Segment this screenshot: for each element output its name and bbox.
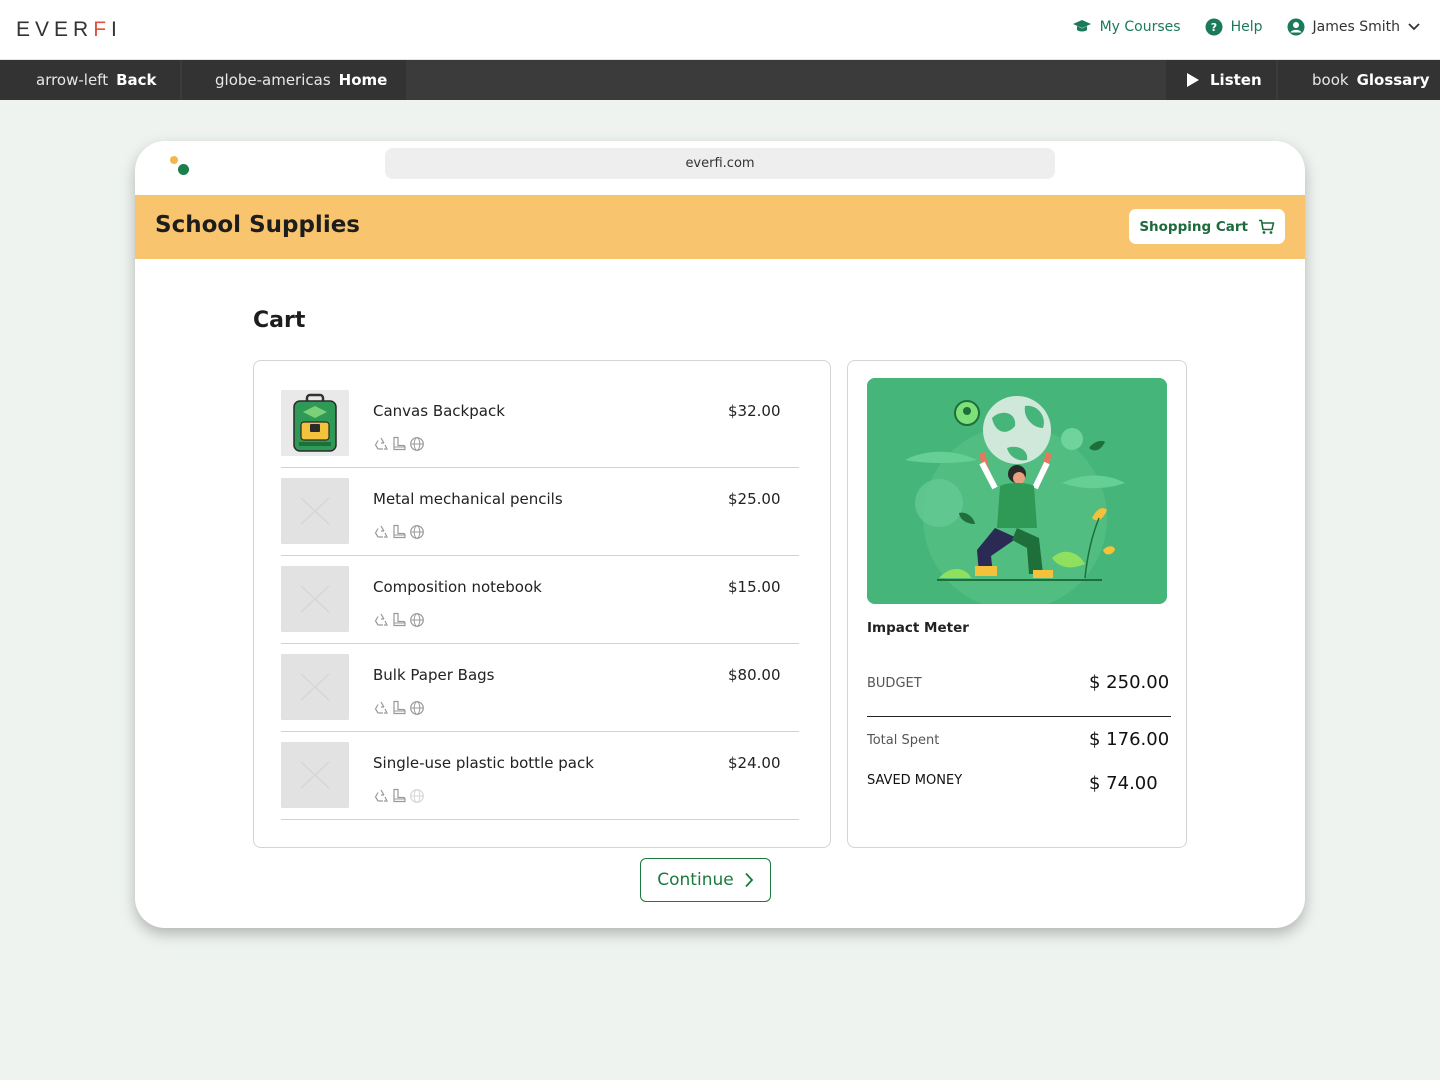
sustainability-icons	[373, 436, 425, 456]
item-price: $25.00	[728, 490, 781, 508]
shopping-cart-button[interactable]: Shopping Cart	[1129, 209, 1285, 244]
cart-item[interactable]: Canvas Backpack $32.00	[281, 380, 799, 468]
item-price: $24.00	[728, 754, 781, 772]
item-name: Metal mechanical pencils	[373, 490, 563, 508]
play-icon	[1186, 72, 1200, 88]
glossary-button[interactable]: book Glossary	[1278, 60, 1440, 100]
sustainability-icons	[373, 788, 425, 808]
course-toolbar: arrow-left Back globe-americas Home List…	[0, 60, 1440, 100]
total-spent-label: Total Spent	[867, 733, 940, 748]
boot-icon	[391, 700, 407, 720]
listen-button[interactable]: Listen	[1166, 60, 1276, 100]
everfi-logo[interactable]: EVERFI	[16, 18, 122, 42]
item-price: $15.00	[728, 578, 781, 596]
sustainability-icons	[373, 524, 425, 544]
site-title: School Supplies	[155, 212, 360, 238]
cart-list: Canvas Backpack $32.00 Metal mechanical …	[253, 360, 831, 848]
recycle-icon	[373, 436, 389, 456]
saved-money-value: $ 74.00	[1089, 773, 1158, 794]
glossary-label: Glossary	[1356, 71, 1430, 89]
cart-heading: Cart	[253, 308, 306, 333]
recycle-icon	[373, 788, 389, 808]
globe-icon	[409, 700, 425, 720]
url-text: everfi.com	[685, 156, 755, 171]
budget-label: BUDGET	[867, 676, 922, 691]
help-link[interactable]: ? Help	[1205, 18, 1263, 36]
home-label: Home	[338, 71, 388, 89]
home-button[interactable]: globe-americas Home	[182, 60, 406, 100]
item-name: Single-use plastic bottle pack	[373, 754, 594, 772]
shopping-cart-label: Shopping Cart	[1139, 218, 1248, 235]
my-courses-link[interactable]: My Courses	[1072, 19, 1181, 35]
sustainability-icons	[373, 612, 425, 632]
recycle-icon	[373, 612, 389, 632]
item-image-placeholder	[281, 478, 349, 544]
item-image-placeholder	[281, 566, 349, 632]
continue-label: Continue	[657, 870, 734, 890]
cart-item[interactable]: Single-use plastic bottle pack $24.00	[281, 732, 799, 820]
globe-icon	[409, 524, 425, 544]
top-bar: EVERFI My Courses ? Help James Smith	[0, 0, 1440, 60]
url-bar[interactable]: everfi.com	[385, 148, 1055, 179]
help-label: Help	[1230, 19, 1263, 35]
item-price: $32.00	[728, 402, 781, 420]
boot-icon	[391, 612, 407, 632]
back-label: Back	[116, 71, 157, 89]
globe-icon	[409, 436, 425, 456]
budget-value: $ 250.00	[1089, 672, 1170, 693]
recycle-icon	[373, 700, 389, 720]
saved-money-label: SAVED MONEY	[867, 773, 963, 788]
globe-icon	[409, 612, 425, 632]
impact-illustration	[867, 378, 1167, 604]
globe-icon	[409, 788, 425, 808]
item-image-placeholder	[281, 654, 349, 720]
item-name: Composition notebook	[373, 578, 542, 596]
recycle-icon	[373, 524, 389, 544]
my-courses-label: My Courses	[1099, 19, 1181, 35]
listen-label: Listen	[1210, 71, 1262, 89]
item-image-placeholder	[281, 742, 349, 808]
user-circle-icon	[1287, 18, 1305, 36]
budget-divider	[867, 716, 1171, 717]
user-name: James Smith	[1312, 19, 1400, 35]
chevron-down-icon	[1408, 23, 1420, 31]
item-price: $80.00	[728, 666, 781, 684]
user-menu[interactable]: James Smith	[1287, 18, 1420, 36]
help-circle-icon: ?	[1205, 18, 1223, 36]
boot-icon	[391, 524, 407, 544]
sustainability-icons	[373, 700, 425, 720]
boot-icon	[391, 788, 407, 808]
impact-meter-title: Impact Meter	[867, 620, 969, 636]
glossary-icon-text: book	[1312, 71, 1349, 89]
top-nav: My Courses ? Help James Smith	[1072, 18, 1420, 36]
total-spent-value: $ 176.00	[1089, 729, 1170, 750]
item-name: Canvas Backpack	[373, 402, 505, 420]
browser-dot-green	[178, 164, 189, 175]
graduation-cap-icon	[1072, 19, 1092, 35]
shopping-cart-icon	[1258, 219, 1275, 235]
svg-text:?: ?	[1210, 21, 1216, 34]
boot-icon	[391, 436, 407, 456]
browser-dot-yellow	[170, 156, 178, 164]
back-icon-text: arrow-left	[36, 71, 109, 89]
home-icon-text: globe-americas	[215, 71, 331, 89]
cart-item[interactable]: Bulk Paper Bags $80.00	[281, 644, 799, 732]
back-button[interactable]: arrow-left Back	[0, 60, 180, 100]
item-name: Bulk Paper Bags	[373, 666, 495, 684]
browser-frame: everfi.com School Supplies Shopping Cart…	[135, 141, 1305, 928]
cart-item[interactable]: Composition notebook $15.00	[281, 556, 799, 644]
chevron-right-icon	[744, 872, 754, 888]
site-header: School Supplies Shopping Cart	[135, 195, 1305, 259]
continue-button[interactable]: Continue	[640, 858, 771, 902]
cart-item[interactable]: Metal mechanical pencils $25.00	[281, 468, 799, 556]
impact-meter-panel: Impact Meter BUDGET $ 250.00 Total Spent…	[847, 360, 1187, 848]
backpack-image	[281, 390, 349, 456]
